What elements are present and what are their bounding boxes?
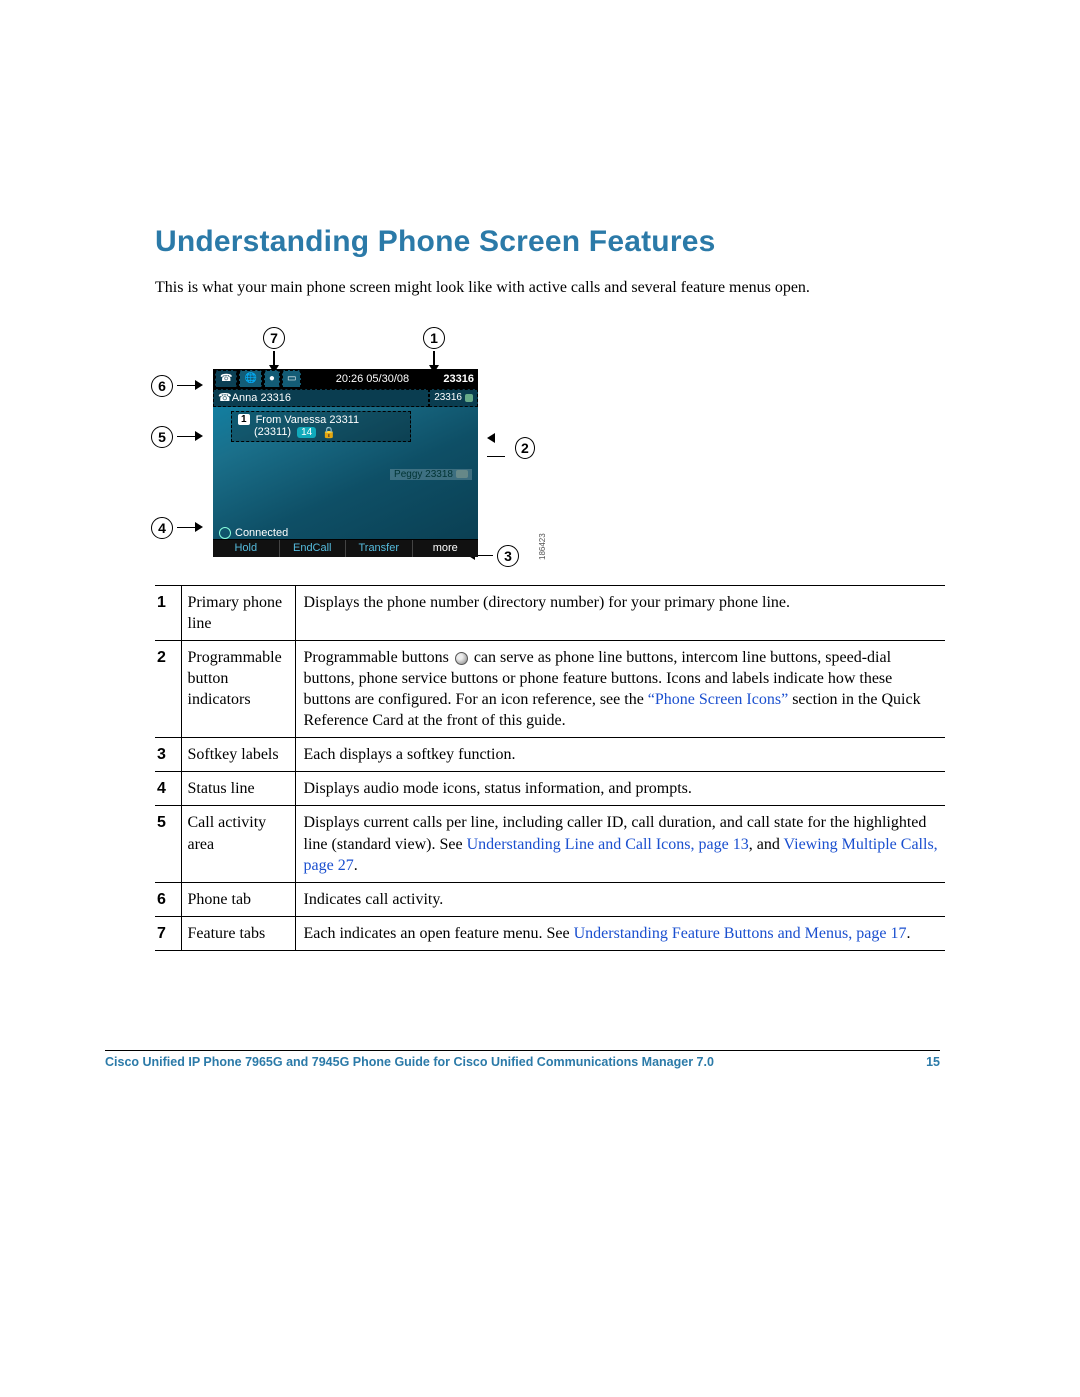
call-activity-area: 1 From Vanessa 23311 (23311) 14 🔒 — [231, 411, 411, 442]
table-row: 5 Call activity area Displays current ca… — [155, 806, 945, 882]
feature-tabs-area: ☎ 🌐 ● ▭ — [213, 370, 301, 387]
callout-bubble: 3 — [497, 545, 519, 567]
row-desc: Each displays a softkey function. — [295, 738, 945, 772]
row-number: 5 — [155, 806, 181, 882]
row-desc: Displays audio mode icons, status inform… — [295, 772, 945, 806]
table-row: 4 Status line Displays audio mode icons,… — [155, 772, 945, 806]
xref-feature-buttons-menus[interactable]: Understanding Feature Buttons and Menus,… — [574, 925, 907, 942]
row-desc: Indicates call activity. — [295, 882, 945, 916]
callout-bubble: 1 — [423, 327, 445, 349]
feature-tab-icon: ▭ — [282, 370, 301, 387]
row-label: Softkey labels — [181, 738, 295, 772]
footer-page-number: 15 — [926, 1055, 940, 1069]
programmable-button-icon — [455, 652, 468, 665]
table-row: 1 Primary phone line Displays the phone … — [155, 585, 945, 640]
row-number: 7 — [155, 916, 181, 950]
row-label: Primary phone line — [181, 585, 295, 640]
table-row: 6 Phone tab Indicates call activity. — [155, 882, 945, 916]
callout-1: 1 — [423, 327, 445, 373]
programmable-button: 23316 — [429, 389, 478, 407]
row-label: Call activity area — [181, 806, 295, 882]
row-number: 1 — [155, 585, 181, 640]
table-row: 3 Softkey labels Each displays a softkey… — [155, 738, 945, 772]
prog-button-label: 23316 — [434, 392, 462, 403]
row-number: 6 — [155, 882, 181, 916]
status-line: Connected — [213, 527, 478, 539]
softkey-endcall: EndCall — [280, 540, 347, 557]
softkey-hold: Hold — [213, 540, 280, 557]
callout-bubble: 2 — [515, 437, 535, 459]
callout-bubble: 4 — [151, 517, 173, 539]
line-label-text: Anna 23316 — [232, 392, 291, 404]
row-label: Feature tabs — [181, 916, 295, 950]
callout-2: 2 — [483, 430, 535, 466]
table-row: 7 Feature tabs Each indicates an open fe… — [155, 916, 945, 950]
prog-button-icon — [465, 394, 473, 402]
page-footer: Cisco Unified IP Phone 7965G and 7945G P… — [105, 1050, 940, 1069]
table-row: 2 Programmable button indicators Program… — [155, 640, 945, 737]
callout-4: 4 — [151, 517, 207, 539]
row-desc: Displays current calls per line, includi… — [295, 806, 945, 882]
callout-bubble: 5 — [151, 426, 173, 448]
row-label: Status line — [181, 772, 295, 806]
callout-bubble: 6 — [151, 375, 173, 397]
xref-line-call-icons[interactable]: Understanding Line and Call Icons, page … — [467, 836, 749, 853]
row-label: Phone tab — [181, 882, 295, 916]
row-number: 2 — [155, 640, 181, 737]
legend-table: 1 Primary phone line Displays the phone … — [155, 585, 945, 951]
footer-title: Cisco Unified IP Phone 7965G and 7945G P… — [105, 1055, 714, 1069]
row-label: Programmable button indicators — [181, 640, 295, 737]
row-number: 3 — [155, 738, 181, 772]
page-heading: Understanding Phone Screen Features — [155, 225, 940, 259]
callout-5: 5 — [151, 426, 207, 448]
intro-paragraph: This is what your main phone screen migh… — [155, 277, 940, 299]
call-index: 1 — [238, 414, 250, 425]
xref-phone-screen-icons[interactable]: “Phone Screen Icons” — [648, 691, 788, 708]
call-sub-number: (23311) — [254, 426, 291, 438]
softkey-more: more — [413, 540, 479, 557]
lock-icon: 🔒 — [322, 426, 336, 439]
row-desc: Displays the phone number (directory num… — [295, 585, 945, 640]
softkey-transfer: Transfer — [346, 540, 413, 557]
diagram-image-number: 186423 — [538, 533, 547, 560]
phone-tab-icon: ☎ — [215, 370, 237, 387]
time-date: 20:26 05/30/08 — [301, 373, 443, 385]
callout-6: 6 — [151, 375, 207, 397]
softkey-row: Hold EndCall Transfer more — [213, 539, 478, 557]
callout-bubble: 7 — [263, 327, 285, 349]
call-duration: 14 — [297, 427, 316, 438]
call-from-text: From Vanessa 23311 — [256, 414, 360, 426]
phone-screen-diagram: 7 1 6 5 4 2 3 — [155, 327, 535, 567]
primary-number: 23316 — [443, 373, 478, 385]
peggy-line: Peggy 23318 — [390, 469, 472, 480]
callout-7: 7 — [263, 327, 285, 373]
feature-tab-icon: 🌐 — [239, 370, 261, 387]
prog-button-icon — [456, 470, 468, 478]
row-desc: Each indicates an open feature menu. See… — [295, 916, 945, 950]
feature-tab-icon: ● — [264, 370, 280, 387]
row-desc: Programmable buttons can serve as phone … — [295, 640, 945, 737]
row-number: 4 — [155, 772, 181, 806]
phone-line-label: ☎ Anna 23316 — [213, 389, 429, 407]
phone-screen-mock: ☎ 🌐 ● ▭ 20:26 05/30/08 23316 ☎ Anna 2331… — [213, 369, 478, 557]
